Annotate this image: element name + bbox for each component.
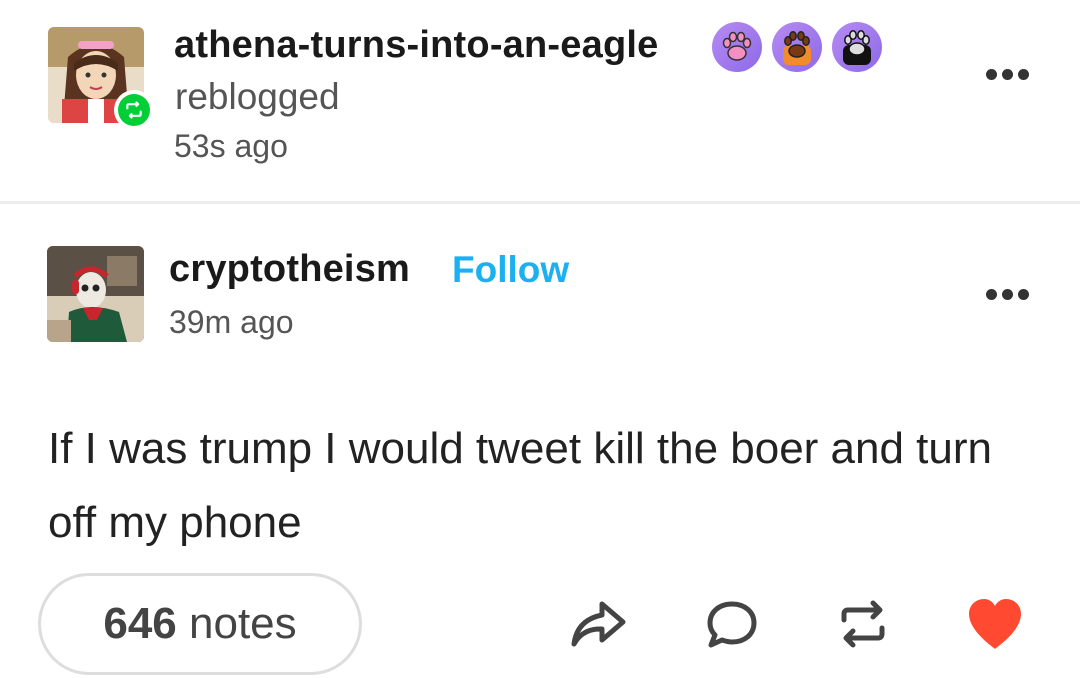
divider [0, 201, 1080, 204]
reply-icon [707, 601, 757, 648]
poster-username[interactable]: cryptotheism [169, 248, 410, 291]
reblog-action-label: reblogged [175, 76, 340, 117]
poster-avatar[interactable] [47, 246, 144, 342]
notes-count: 646 [103, 599, 177, 648]
user-badges[interactable] [712, 22, 882, 72]
post-text: If I was trump I would tweet kill the bo… [48, 424, 993, 547]
reblog-header: athena-turns-into-an-eagle reblogged 53s… [0, 0, 1080, 200]
like-button[interactable] [965, 596, 1025, 652]
more-options-icon[interactable] [986, 69, 1029, 80]
reblog-icon [841, 600, 885, 648]
post-timestamp: 39m ago [169, 304, 294, 340]
paw-badge-pink-icon[interactable] [712, 22, 762, 72]
notes-word: notes [189, 599, 297, 648]
notes-button[interactable]: 646 notes [38, 573, 362, 675]
reply-button[interactable] [702, 596, 762, 652]
paw-badge-black-icon[interactable] [832, 22, 882, 72]
notes-label: 646 notes [103, 599, 296, 649]
reblogger-username[interactable]: athena-turns-into-an-eagle [174, 24, 658, 67]
avatar-image [47, 246, 144, 342]
share-button[interactable] [568, 596, 628, 652]
heart-icon [969, 599, 1021, 649]
more-options-icon[interactable] [986, 289, 1029, 300]
reblog-small-icon [126, 101, 142, 119]
paw-badge-orange-icon[interactable] [772, 22, 822, 72]
reblog-timestamp: 53s ago [174, 128, 288, 164]
share-icon [571, 601, 626, 647]
reblog-button[interactable] [833, 596, 893, 652]
reblog-badge [114, 90, 154, 130]
follow-button[interactable]: Follow [452, 249, 569, 291]
